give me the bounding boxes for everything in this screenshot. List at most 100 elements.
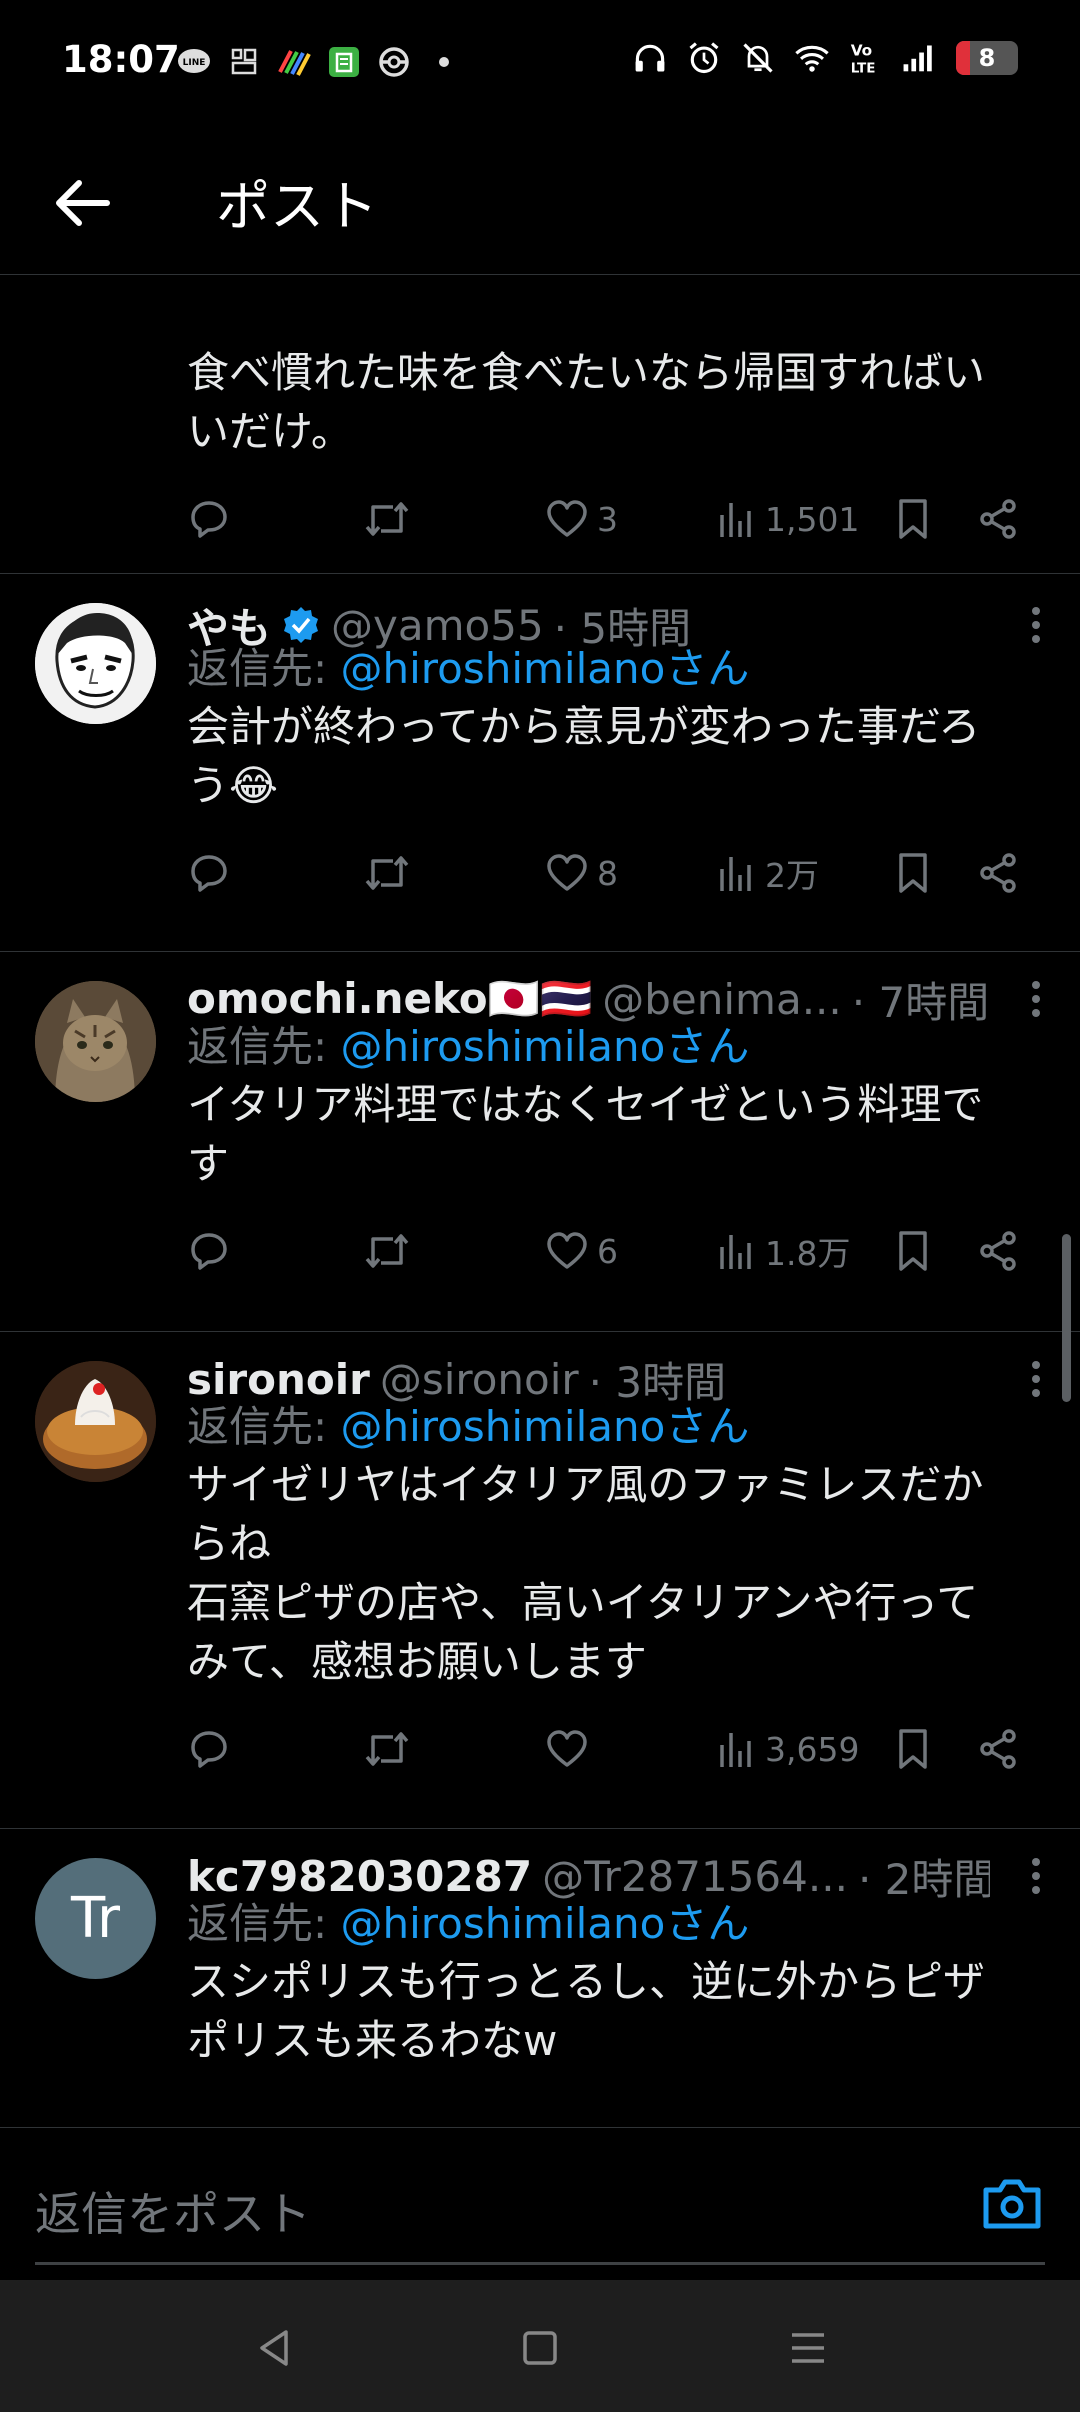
bookmark-icon bbox=[899, 499, 927, 539]
bookmark-icon bbox=[899, 1231, 927, 1271]
wifi-icon bbox=[794, 40, 830, 76]
like-button[interactable]: 8 bbox=[545, 843, 618, 903]
scrollbar[interactable] bbox=[1062, 1234, 1071, 1402]
heart-icon bbox=[547, 854, 587, 891]
system-nav-bar bbox=[0, 2280, 1080, 2412]
app-icon bbox=[226, 44, 262, 80]
alarm-icon bbox=[686, 40, 722, 76]
reply-mention-link[interactable]: @hiroshimilanoさん bbox=[341, 1899, 750, 1948]
views-button[interactable]: 2万 bbox=[717, 843, 819, 903]
svg-text:LTE: LTE bbox=[851, 60, 876, 76]
tweet-actions: 3 1,501 bbox=[187, 489, 1080, 549]
reply-input-underline bbox=[35, 2262, 1045, 2265]
avatar[interactable] bbox=[35, 981, 156, 1102]
like-button[interactable]: 6 bbox=[545, 1221, 618, 1281]
svg-text:Vo: Vo bbox=[851, 41, 873, 59]
nav-home-button[interactable] bbox=[510, 2318, 570, 2378]
status-bar: 18:07 LINE Vo LTE 8 bbox=[0, 0, 1080, 126]
repost-button[interactable] bbox=[361, 1719, 413, 1779]
repost-button[interactable] bbox=[361, 1221, 413, 1281]
reply-button[interactable] bbox=[187, 843, 231, 903]
tweet-item[interactable]: omochi.neko🇯🇵🇹🇭 @benima... · 7時間 返信先: @h… bbox=[0, 951, 1080, 1332]
status-left-icons: LINE bbox=[176, 44, 462, 80]
tweet-partial[interactable]: 食べ慣れた味を食べたいなら帰国すればい いだけ。 3 1,501 bbox=[0, 275, 1080, 574]
menu-lines-icon bbox=[792, 2333, 824, 2363]
tweet-actions: 8 2万 bbox=[187, 843, 1080, 903]
more-vertical-icon bbox=[1032, 981, 1040, 1017]
tweet-actions: 6 1.8万 bbox=[187, 1221, 1080, 1281]
dot-icon bbox=[426, 44, 462, 80]
green-app-icon bbox=[326, 44, 362, 80]
reply-icon bbox=[191, 1731, 227, 1768]
back-triangle-icon bbox=[260, 2330, 288, 2366]
like-button[interactable]: 3 bbox=[545, 489, 618, 549]
reply-button[interactable] bbox=[187, 1221, 231, 1281]
more-vertical-icon bbox=[1032, 1361, 1040, 1397]
more-options-button[interactable] bbox=[1016, 595, 1056, 655]
reply-input[interactable]: 返信をポスト bbox=[35, 2178, 311, 2244]
more-options-button[interactable] bbox=[1016, 1349, 1056, 1409]
reply-to-label: 返信先: bbox=[187, 1402, 341, 1451]
tweet-actions: 3,659 bbox=[187, 1719, 1080, 1779]
tweet-item[interactable]: sironoir @sironoir · 3時間 返信先: @hiroshimi… bbox=[0, 1331, 1080, 1829]
reply-button[interactable] bbox=[187, 489, 231, 549]
more-options-button[interactable] bbox=[1016, 1846, 1056, 1906]
headphones-icon bbox=[632, 40, 668, 76]
reply-mention-link[interactable]: @hiroshimilanoさん bbox=[341, 644, 750, 693]
bookmark-button[interactable] bbox=[893, 843, 933, 903]
reply-mention-link[interactable]: @hiroshimilanoさん bbox=[341, 1022, 750, 1071]
heart-icon bbox=[547, 1730, 587, 1767]
share-icon bbox=[980, 1729, 1016, 1769]
repost-button[interactable] bbox=[361, 843, 413, 903]
home-square-icon bbox=[523, 2331, 557, 2365]
post-time: · 2時間 bbox=[857, 1854, 990, 1904]
like-button[interactable] bbox=[545, 1719, 597, 1779]
repost-button[interactable] bbox=[361, 489, 413, 549]
bookmark-button[interactable] bbox=[893, 1719, 933, 1779]
share-button[interactable] bbox=[977, 1221, 1021, 1281]
share-button[interactable] bbox=[977, 843, 1021, 903]
top-bar: ポスト bbox=[0, 126, 1080, 275]
volte-icon: Vo LTE bbox=[848, 40, 884, 76]
views-icon bbox=[720, 857, 751, 891]
back-arrow-icon bbox=[56, 180, 110, 226]
views-button[interactable]: 1,501 bbox=[717, 489, 859, 549]
reply-composer: 返信をポスト bbox=[0, 2127, 1080, 2281]
reply-button[interactable] bbox=[187, 1719, 231, 1779]
reply-icon bbox=[191, 501, 227, 538]
heart-icon bbox=[547, 1232, 587, 1269]
signal-icon bbox=[902, 40, 938, 76]
nav-recents-button[interactable] bbox=[778, 2318, 838, 2378]
repost-icon bbox=[365, 502, 409, 536]
reply-mention-link[interactable]: @hiroshimilanoさん bbox=[341, 1402, 750, 1451]
svg-text:LINE: LINE bbox=[183, 58, 206, 68]
tweet-text: イタリア料理ではなくセイゼという料理で す bbox=[187, 1080, 984, 1188]
views-button[interactable]: 3,659 bbox=[717, 1719, 859, 1779]
camera-button[interactable] bbox=[980, 2172, 1044, 2236]
back-button[interactable] bbox=[46, 166, 120, 240]
avatar[interactable] bbox=[35, 1361, 156, 1482]
tweet-item[interactable]: やも @yamo55 · 5時間 返信先: @hiroshimilanoさん 会… bbox=[0, 573, 1080, 952]
views-button[interactable]: 1.8万 bbox=[717, 1221, 850, 1281]
avatar[interactable]: Tr bbox=[35, 1858, 156, 1979]
avatar[interactable] bbox=[35, 603, 156, 724]
like-count: 6 bbox=[597, 1231, 618, 1271]
nav-back-button[interactable] bbox=[244, 2318, 304, 2378]
battery-indicator: 8 bbox=[956, 41, 1018, 75]
bookmark-button[interactable] bbox=[893, 1221, 933, 1281]
more-options-button[interactable] bbox=[1016, 969, 1056, 1029]
views-count: 2万 bbox=[765, 856, 819, 895]
more-vertical-icon bbox=[1032, 607, 1040, 643]
views-icon bbox=[720, 1235, 751, 1269]
share-icon bbox=[980, 853, 1016, 893]
reply-to: 返信先: @hiroshimilanoさん bbox=[187, 635, 749, 696]
share-button[interactable] bbox=[977, 1719, 1021, 1779]
bookmark-button[interactable] bbox=[893, 489, 933, 549]
share-button[interactable] bbox=[977, 489, 1021, 549]
reply-to-label: 返信先: bbox=[187, 1022, 341, 1071]
like-count: 3 bbox=[597, 499, 618, 539]
tweet-text: サイゼリヤはイタリア風のファミレスだか らね 石窯ピザの店や、高いイタリアンや行… bbox=[187, 1460, 984, 1686]
tweet-item[interactable]: Tr kc7982030287 @Tr2871564... · 2時間 返信先:… bbox=[0, 1828, 1080, 2127]
reply-feed[interactable]: 食べ慣れた味を食べたいなら帰国すればい いだけ。 3 1,501 やも @yam… bbox=[0, 275, 1080, 2127]
reply-to-label: 返信先: bbox=[187, 1899, 341, 1948]
